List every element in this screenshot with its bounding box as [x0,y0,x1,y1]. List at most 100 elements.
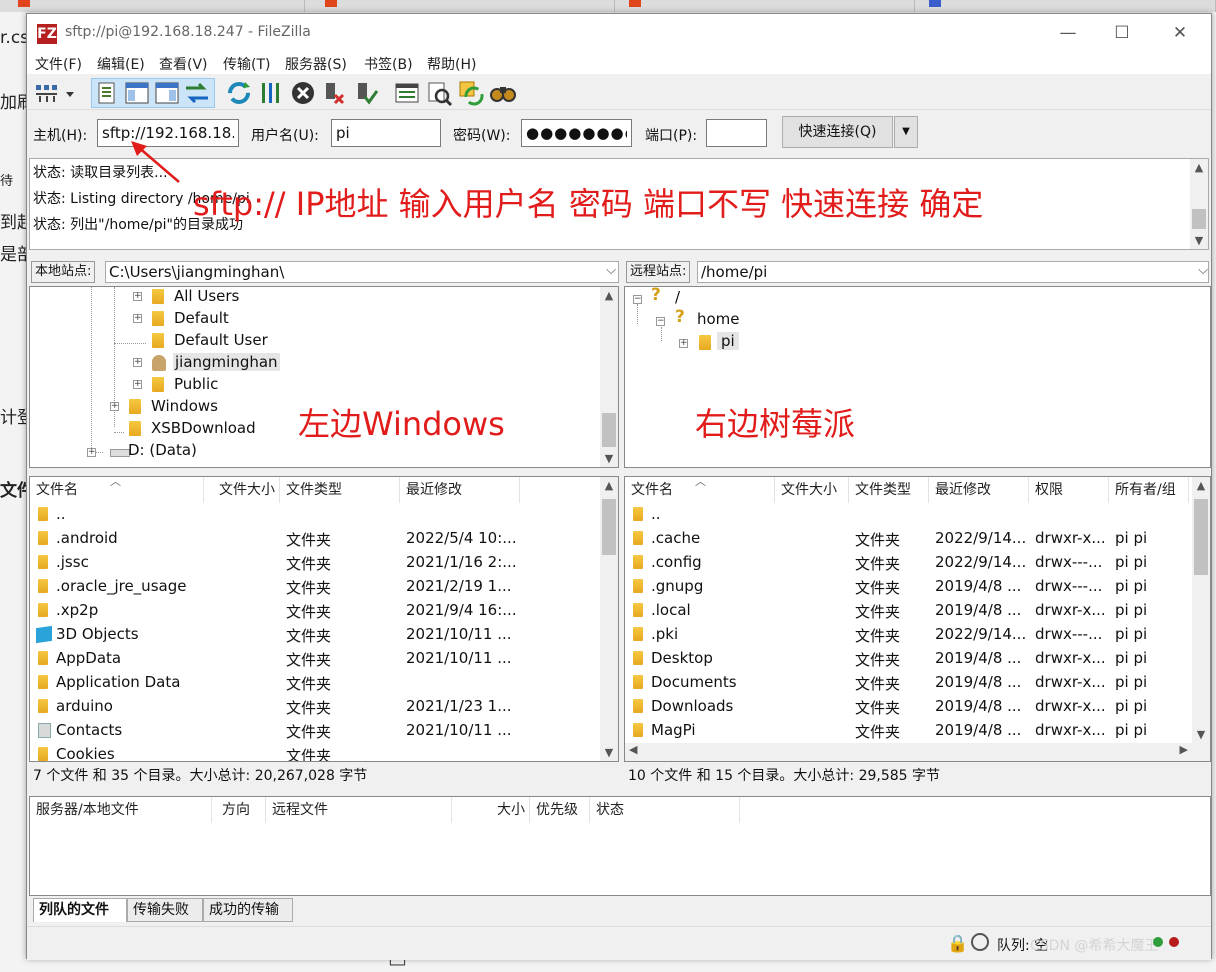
port-input[interactable] [706,119,767,147]
col-filesize[interactable]: 文件大小 [204,477,280,503]
col-priority[interactable]: 优先级 [530,797,590,823]
menu-transfer[interactable]: 传输(T) [223,54,270,74]
remote-path-input[interactable]: /home/pi [697,261,1209,283]
local-tree-scrollbar[interactable]: ▲ ▼ [600,287,618,467]
maximize-button[interactable]: ☐ [1107,20,1137,46]
expand-icon[interactable]: + [87,448,96,457]
process-queue-icon[interactable] [257,79,285,107]
dropdown-arrow-icon[interactable] [63,79,77,107]
collapse-icon[interactable]: − [633,295,642,304]
table-row[interactable]: .local 文件夹 2019/4/8 ... drwxr-x... pi pi [625,599,1191,623]
table-row[interactable]: arduino 文件夹 2021/1/23 1... [30,695,600,719]
col-direction[interactable]: 方向 [212,797,266,823]
local-list-scrollbar[interactable]: ▲ ▼ [600,477,618,761]
tree-node[interactable]: D: (Data) [128,441,197,459]
filter-icon[interactable] [425,79,453,107]
site-manager-icon[interactable] [33,79,61,107]
chevron-down-icon[interactable]: ⌵ [1198,263,1208,278]
transfer-queue-icon[interactable] [183,79,211,107]
table-row[interactable]: Application Data 文件夹 [30,671,600,695]
table-row[interactable]: .pki 文件夹 2022/9/14... drwx---... pi pi [625,623,1191,647]
password-input[interactable] [521,119,632,147]
tree-node[interactable]: All Users [174,287,239,305]
sync-browse-icon[interactable] [457,79,485,107]
table-row[interactable]: 3D Objects 文件夹 2021/10/11 ... [30,623,600,647]
tree-node[interactable]: Windows [151,397,218,415]
col-filetype[interactable]: 文件类型 [849,477,929,503]
expand-icon[interactable]: + [133,358,142,367]
menu-view[interactable]: 查看(V) [159,54,208,74]
browser-tab[interactable] [305,0,615,12]
directory-comparison-icon[interactable] [393,79,421,107]
col-owner[interactable]: 所有者/组 [1109,477,1189,503]
remote-tree-icon[interactable] [153,79,181,107]
log-scrollbar[interactable]: ▲ ▼ [1190,159,1208,249]
menu-edit[interactable]: 编辑(E) [97,54,145,74]
tab-failed-transfers[interactable]: 传输失败 [127,898,203,922]
tab-queued-files[interactable]: 列队的文件 [33,898,127,922]
table-row[interactable]: .. [30,503,600,527]
table-row[interactable]: .oracle_jre_usage 文件夹 2021/2/19 1... [30,575,600,599]
table-row[interactable]: Contacts 文件夹 2021/10/11 ... [30,719,600,743]
col-filesize[interactable]: 文件大小 [775,477,849,503]
cancel-icon[interactable] [289,79,317,107]
expand-icon[interactable]: + [133,380,142,389]
local-tree-icon[interactable] [123,79,151,107]
tree-node-selected[interactable]: pi [717,332,739,350]
expand-icon[interactable]: + [133,314,142,323]
table-row[interactable]: Cookies 文件夹 [30,743,600,761]
col-server-local[interactable]: 服务器/本地文件 [30,797,212,823]
tree-node[interactable]: Default User [174,331,268,349]
col-size[interactable]: 大小 [452,797,530,823]
table-row[interactable]: .gnupg 文件夹 2019/4/8 ... drwx---... pi pi [625,575,1191,599]
col-remote-file[interactable]: 远程文件 [266,797,452,823]
message-log-icon[interactable] [93,79,121,107]
col-permissions[interactable]: 权限 [1029,477,1109,503]
table-row[interactable]: .xp2p 文件夹 2021/9/4 16:... [30,599,600,623]
minimize-button[interactable]: — [1053,20,1083,46]
table-row[interactable]: Downloads 文件夹 2019/4/8 ... drwxr-x... pi pi [625,695,1191,719]
local-path-input[interactable]: C:\Users\jiangminghan\ [105,261,619,283]
chevron-down-icon[interactable]: ⌵ [606,263,616,278]
speed-limit-icon[interactable] [971,933,989,951]
tree-node[interactable]: / [675,288,680,306]
quickconnect-dropdown[interactable]: ▼ [894,116,918,148]
browser-tab[interactable] [0,0,305,12]
table-row[interactable]: .jssc 文件夹 2021/1/16 2:... [30,551,600,575]
col-filetype[interactable]: 文件类型 [280,477,400,503]
table-row[interactable]: Desktop 文件夹 2019/4/8 ... drwxr-x... pi pi [625,647,1191,671]
table-row[interactable]: AppData 文件夹 2021/10/11 ... [30,647,600,671]
remote-list-scrollbar[interactable]: ▲ ▼ [1192,477,1210,743]
table-row[interactable]: .cache 文件夹 2022/9/14... drwxr-x... pi pi [625,527,1191,551]
tree-node[interactable]: Public [174,375,218,393]
quickconnect-button[interactable]: 快速连接(Q) [782,116,893,148]
table-row[interactable]: Documents 文件夹 2019/4/8 ... drwxr-x... pi pi [625,671,1191,695]
tree-node[interactable]: Default [174,309,229,327]
username-input[interactable] [331,119,441,147]
table-row[interactable]: MagPi 文件夹 2019/4/8 ... drwxr-x... pi pi [625,719,1191,743]
remote-hscrollbar[interactable]: ◀ ▶ [625,743,1210,761]
table-row[interactable]: .config 文件夹 2022/9/14... drwx---... pi pi [625,551,1191,575]
col-status[interactable]: 状态 [590,797,740,823]
expand-icon[interactable]: + [679,339,688,348]
menu-file[interactable]: 文件(F) [35,54,82,74]
menu-bookmarks[interactable]: 书签(B) [364,54,413,74]
table-row[interactable]: .. [625,503,1191,527]
expand-icon[interactable]: + [110,402,119,411]
close-button[interactable]: ✕ [1165,20,1195,46]
search-icon[interactable] [489,79,517,107]
col-modified[interactable]: 最近修改 [400,477,520,503]
expand-icon[interactable]: + [133,292,142,301]
collapse-icon[interactable]: − [656,317,665,326]
reconnect-icon[interactable] [353,79,381,107]
tree-node-selected[interactable]: jiangminghan [173,353,280,371]
title-bar[interactable]: FZ sftp://pi@192.168.18.247 - FileZilla … [27,14,1211,52]
refresh-icon[interactable] [225,79,253,107]
browser-tab[interactable] [915,0,1216,12]
col-modified[interactable]: 最近修改 [929,477,1029,503]
menu-help[interactable]: 帮助(H) [427,54,476,74]
table-row[interactable]: .android 文件夹 2022/5/4 10:... [30,527,600,551]
menu-server[interactable]: 服务器(S) [285,54,347,74]
browser-tab[interactable] [615,0,915,12]
tree-node[interactable]: XSBDownload [151,419,256,437]
